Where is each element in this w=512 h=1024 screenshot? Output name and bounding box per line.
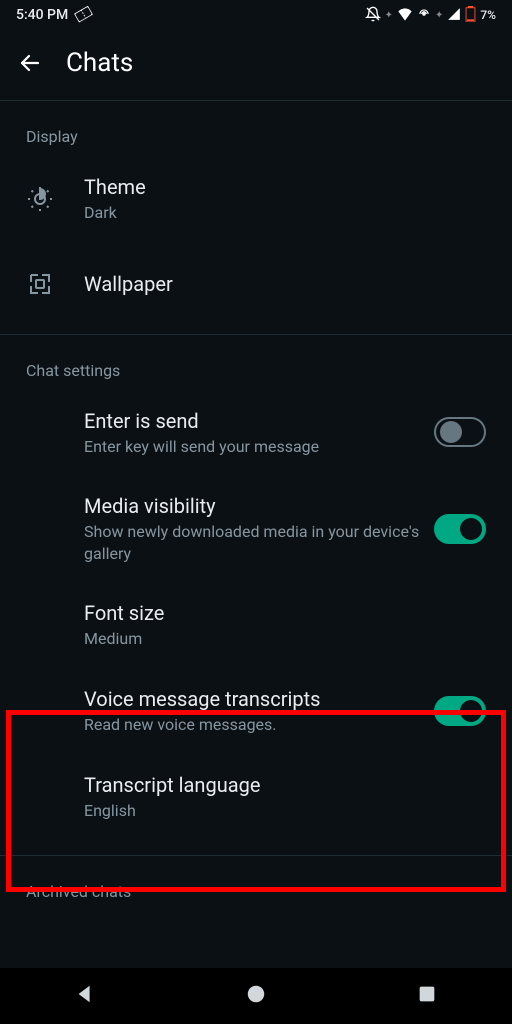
voice-transcripts-title: Voice message transcripts [84, 686, 426, 712]
media-vis-subtitle: Show newly downloaded media in your devi… [84, 521, 426, 564]
status-bar: 5:40 PM ✦ ✦ 7% [0, 0, 512, 30]
setting-wallpaper[interactable]: Wallpaper [0, 252, 512, 316]
setting-font-size[interactable]: Font size Medium [0, 582, 512, 668]
wifi-icon [397, 7, 413, 24]
setting-theme-subtitle: Dark [84, 202, 486, 224]
theme-icon [26, 185, 54, 213]
wallpaper-icon [26, 270, 54, 298]
system-nav-bar [0, 968, 512, 1024]
section-archived-title: Archived chats [0, 856, 512, 911]
setting-transcript-language[interactable]: Transcript language English [0, 754, 512, 840]
battery-pct: 7% [480, 8, 496, 22]
voice-transcripts-toggle[interactable] [434, 696, 486, 726]
transcript-lang-title: Transcript language [84, 772, 486, 798]
status-time: 5:40 PM [16, 7, 68, 23]
enter-send-subtitle: Enter key will send your message [84, 436, 426, 458]
enter-send-toggle[interactable] [434, 417, 486, 447]
hotspot-icon [417, 7, 431, 24]
font-size-subtitle: Medium [84, 628, 486, 650]
font-size-title: Font size [84, 600, 486, 626]
ticket-icon [73, 4, 95, 26]
battery-icon [465, 6, 476, 25]
section-display-title: Display [0, 101, 512, 156]
setting-media-visibility[interactable]: Media visibility Show newly downloaded m… [0, 475, 512, 582]
signal-icon [447, 7, 461, 24]
app-header: Chats [0, 30, 512, 100]
setting-enter-is-send[interactable]: Enter is send Enter key will send your m… [0, 390, 512, 476]
setting-wallpaper-title: Wallpaper [84, 271, 486, 297]
nav-recent-icon[interactable] [416, 983, 438, 1009]
media-vis-title: Media visibility [84, 493, 426, 519]
setting-voice-transcripts[interactable]: Voice message transcripts Read new voice… [0, 668, 512, 754]
mute-icon [365, 6, 381, 25]
voice-transcripts-subtitle: Read new voice messages. [84, 714, 426, 736]
page-title: Chats [66, 48, 133, 78]
setting-theme[interactable]: Theme Dark [0, 156, 512, 242]
transcript-lang-subtitle: English [84, 800, 486, 822]
enter-send-title: Enter is send [84, 408, 426, 434]
media-vis-toggle[interactable] [434, 514, 486, 544]
nav-home-icon[interactable] [245, 983, 267, 1009]
setting-theme-title: Theme [84, 174, 486, 200]
bt-icon: ✦ [385, 10, 393, 21]
bt2-icon: ✦ [435, 10, 443, 21]
nav-back-icon[interactable] [74, 983, 96, 1009]
back-icon[interactable] [18, 51, 42, 75]
section-chat-title: Chat settings [0, 335, 512, 390]
